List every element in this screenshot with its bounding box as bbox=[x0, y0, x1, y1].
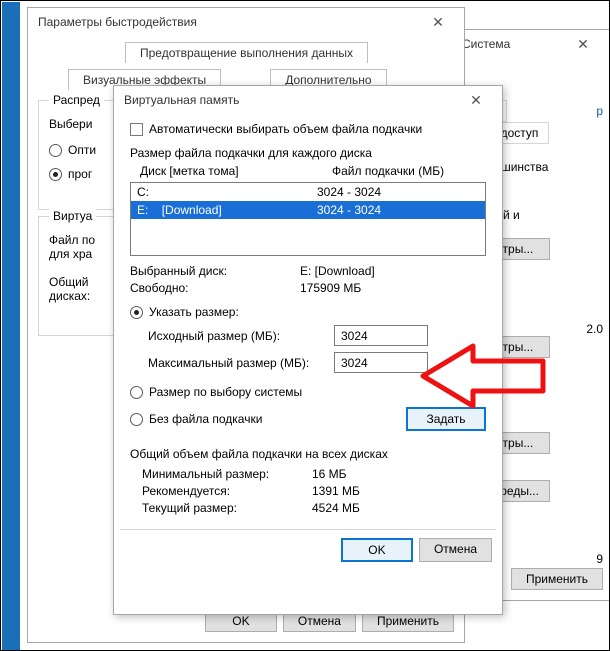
radio-system-managed-label: Размер по выбору системы bbox=[149, 385, 302, 399]
radio-custom-size-label: Указать размер: bbox=[149, 305, 239, 319]
desktop-background bbox=[2, 2, 20, 650]
radio-system-managed[interactable] bbox=[130, 386, 143, 399]
rec-label: Рекомендуется: bbox=[142, 484, 312, 498]
perf-title: Параметры быстродействия bbox=[38, 15, 197, 29]
perf-titlebar: Параметры быстродействия ✕ bbox=[28, 8, 464, 36]
selected-drive-label: Выбранный диск: bbox=[130, 264, 300, 278]
system-titlebar: Система ✕ bbox=[452, 30, 609, 58]
radio-programs-label: прог bbox=[68, 167, 92, 181]
rec-value: 1391 МБ bbox=[312, 484, 486, 498]
min-value: 16 МБ bbox=[312, 467, 486, 481]
close-icon[interactable]: ✕ bbox=[456, 92, 496, 109]
initial-size-label: Исходный размер (МБ): bbox=[148, 329, 280, 343]
free-value: 175909 МБ bbox=[300, 281, 486, 295]
system-title: Система bbox=[462, 37, 510, 51]
auto-manage-label: Автоматически выбирать объем файла подка… bbox=[149, 122, 422, 136]
radio-custom-size[interactable] bbox=[130, 306, 143, 319]
total-heading: Общий объем файла подкачки на всех диска… bbox=[130, 447, 486, 461]
vm-ok-button[interactable]: OK bbox=[341, 538, 413, 562]
initial-size-input[interactable] bbox=[334, 325, 428, 346]
radio-optimize-label: Опти bbox=[68, 143, 96, 157]
radio-programs[interactable] bbox=[49, 168, 62, 181]
list-item[interactable]: C: 3024 - 3024 bbox=[131, 183, 485, 201]
radio-optimize[interactable] bbox=[49, 144, 62, 157]
per-drive-heading: Размер файла подкачки для каждого диска bbox=[130, 146, 486, 160]
sys-ver-2: 2.0 bbox=[586, 322, 603, 336]
max-size-input[interactable] bbox=[334, 352, 428, 373]
tab-dep[interactable]: Предотвращение выполнения данных bbox=[125, 42, 368, 63]
set-button[interactable]: Задать bbox=[406, 407, 486, 431]
max-size-label: Максимальный размер (МБ): bbox=[148, 356, 309, 370]
radio-no-paging[interactable] bbox=[130, 413, 143, 426]
drive-letter: E: bbox=[137, 203, 148, 217]
drive-size: 3024 - 3024 bbox=[317, 203, 381, 217]
group-scheduling-label: Распред bbox=[49, 93, 104, 107]
drive-list[interactable]: C: 3024 - 3024 E: [Download] 3024 - 3024 bbox=[130, 182, 486, 256]
col-file: Файл подкачки (МБ) bbox=[332, 164, 444, 178]
sys-apply-btn[interactable]: Применить bbox=[511, 568, 603, 590]
virtual-memory-window: Виртуальная память ✕ Автоматически выбир… bbox=[113, 85, 503, 615]
sys-ver-9: 9 bbox=[596, 552, 603, 566]
vm-titlebar: Виртуальная память ✕ bbox=[114, 86, 502, 114]
close-icon[interactable]: ✕ bbox=[563, 36, 603, 53]
selected-drive-value: E: [Download] bbox=[300, 264, 486, 278]
col-drive: Диск [метка тома] bbox=[140, 164, 332, 178]
sys-ver-r: р bbox=[596, 104, 603, 118]
min-label: Минимальный размер: bbox=[142, 467, 312, 481]
vm-title: Виртуальная память bbox=[124, 93, 239, 107]
close-icon[interactable]: ✕ bbox=[418, 14, 458, 31]
auto-manage-checkbox[interactable] bbox=[130, 123, 143, 136]
cur-value: 4524 МБ bbox=[312, 501, 486, 515]
free-label: Свободно: bbox=[130, 281, 300, 295]
list-item[interactable]: E: [Download] 3024 - 3024 bbox=[131, 201, 485, 219]
radio-no-paging-label: Без файла подкачки bbox=[149, 412, 262, 426]
drive-letter: C: bbox=[137, 185, 149, 199]
vm-cancel-button[interactable]: Отмена bbox=[419, 538, 492, 562]
group-vm-label: Виртуа bbox=[49, 209, 96, 223]
cur-label: Текущий размер: bbox=[142, 501, 312, 515]
drive-size: 3024 - 3024 bbox=[317, 185, 381, 199]
